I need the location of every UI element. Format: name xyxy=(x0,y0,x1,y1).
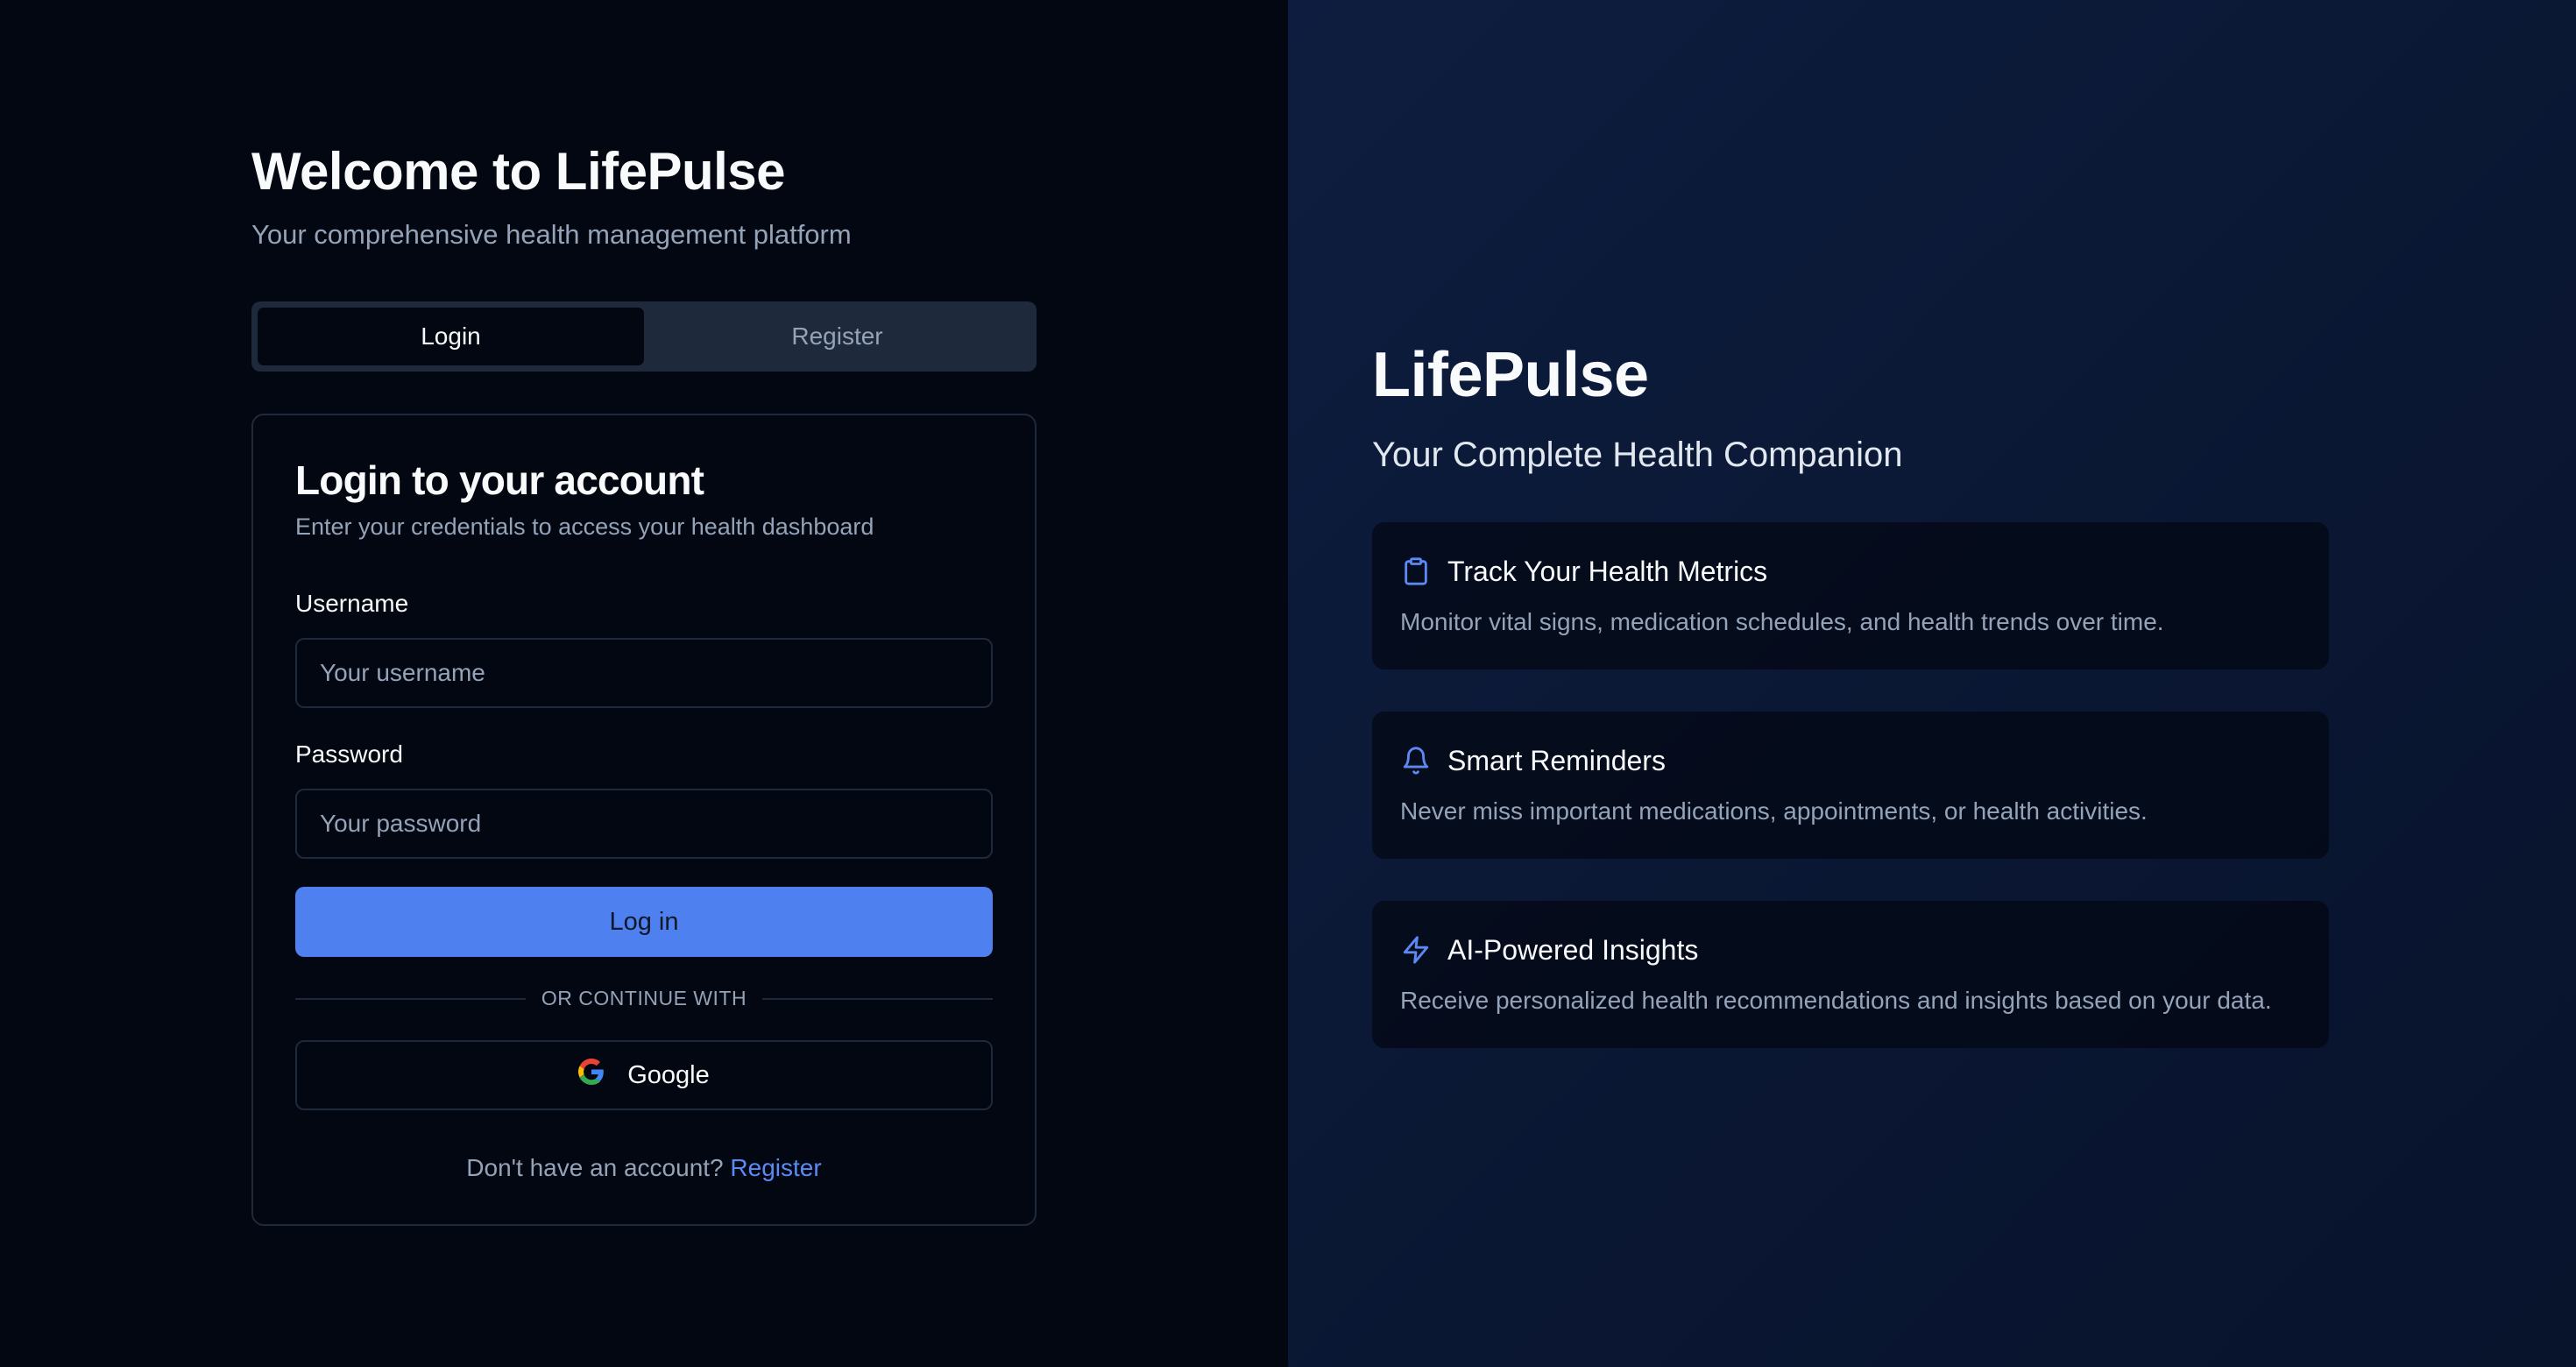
login-card-title: Login to your account xyxy=(295,457,704,503)
welcome-title: Welcome to LifePulse xyxy=(251,142,786,201)
divider-line-left xyxy=(295,997,526,1000)
password-label: Password xyxy=(295,740,403,768)
google-icon xyxy=(578,1059,605,1092)
brand-title: LifePulse xyxy=(1372,340,1649,410)
page: Welcome to LifePulse Your comprehensive … xyxy=(0,0,2576,1367)
username-label: Username xyxy=(295,590,409,617)
feature-description: Monitor vital signs, medication schedule… xyxy=(1400,608,2164,635)
register-link[interactable]: Register xyxy=(730,1154,821,1181)
lightning-icon xyxy=(1400,934,1432,966)
register-prompt: Don't have an account? Register xyxy=(295,1154,993,1182)
feature-title: Track Your Health Metrics xyxy=(1447,556,1768,587)
auth-pane: Welcome to LifePulse Your comprehensive … xyxy=(0,0,1288,1367)
register-prompt-text: Don't have an account? xyxy=(466,1154,724,1181)
feature-card-smart-reminders: Smart Reminders Never miss important med… xyxy=(1372,712,2329,859)
feature-title: AI-Powered Insights xyxy=(1447,934,1699,966)
auth-content: Welcome to LifePulse Your comprehensive … xyxy=(251,138,1037,1226)
clipboard-icon xyxy=(1400,556,1432,587)
divider-text: OR CONTINUE WITH xyxy=(541,987,747,1009)
divider-line-right xyxy=(762,997,993,1000)
feature-title: Smart Reminders xyxy=(1447,745,1666,776)
welcome-subtitle: Your comprehensive health management pla… xyxy=(251,219,852,250)
username-input[interactable] xyxy=(295,638,993,708)
feature-card-health-metrics: Track Your Health Metrics Monitor vital … xyxy=(1372,522,2329,669)
tab-login[interactable]: Login xyxy=(258,308,644,365)
feature-description: Receive personalized health recommendati… xyxy=(1400,987,2272,1014)
login-card-subtitle: Enter your credentials to access your he… xyxy=(295,514,874,540)
tab-register[interactable]: Register xyxy=(644,308,1030,365)
login-card: Login to your account Enter your credent… xyxy=(251,414,1037,1226)
google-login-button[interactable]: Google xyxy=(295,1040,993,1110)
brand-pane: LifePulse Your Complete Health Companion… xyxy=(1288,0,2576,1367)
continue-divider: OR CONTINUE WITH xyxy=(295,987,993,1010)
bell-icon xyxy=(1400,745,1432,776)
feature-header: Track Your Health Metrics xyxy=(1400,554,2301,589)
password-input[interactable] xyxy=(295,789,993,859)
brand-content: LifePulse Your Complete Health Companion… xyxy=(1372,338,2329,1048)
auth-tabs: Login Register xyxy=(251,301,1037,372)
feature-card-ai-insights: AI-Powered Insights Receive personalized… xyxy=(1372,901,2329,1048)
brand-subtitle: Your Complete Health Companion xyxy=(1372,436,1903,474)
google-button-label: Google xyxy=(627,1060,710,1089)
login-button[interactable]: Log in xyxy=(295,887,993,957)
feature-header: Smart Reminders xyxy=(1400,743,2301,778)
feature-description: Never miss important medications, appoin… xyxy=(1400,797,2148,825)
feature-header: AI-Powered Insights xyxy=(1400,932,2301,967)
